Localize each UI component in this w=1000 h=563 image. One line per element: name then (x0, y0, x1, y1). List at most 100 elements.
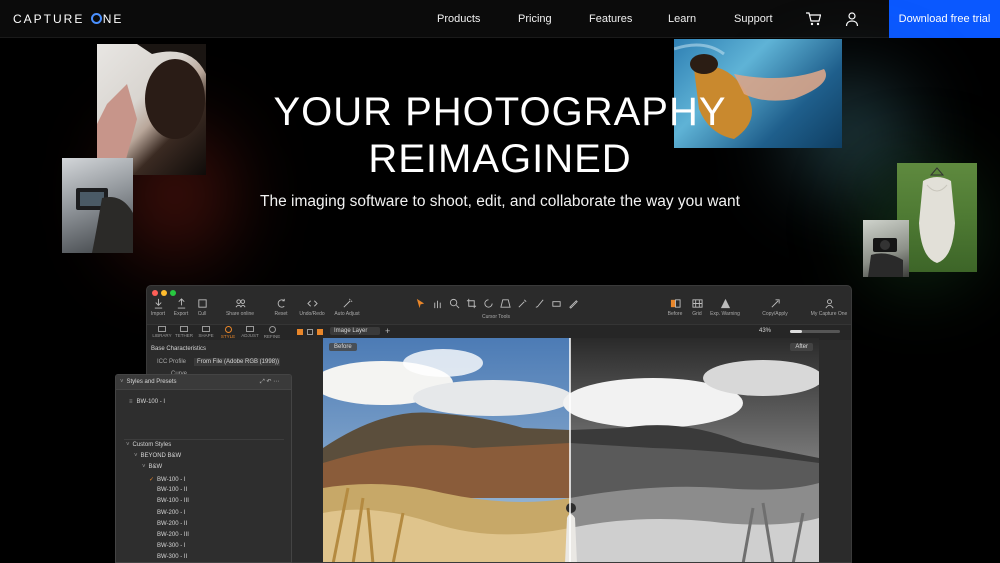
rotate-icon[interactable] (483, 298, 494, 309)
hero-title-line1: YOUR PHOTOGRAPHY (273, 90, 727, 134)
chevron-down-icon: ˅ (126, 442, 130, 448)
layout-grid-icon[interactable] (307, 329, 313, 335)
styles-panel-title: ˅ Styles and Presets (120, 379, 177, 385)
cart-icon[interactable] (805, 11, 821, 27)
style-item[interactable]: BW-200 - II (157, 521, 187, 527)
image-viewer[interactable]: Before After (323, 338, 819, 562)
download-free-trial-button[interactable]: Download free trial (889, 0, 1000, 38)
cull-icon (197, 299, 207, 308)
grid-icon (691, 299, 703, 308)
logo-text-tail: NE (102, 12, 124, 26)
styles-panel-header: ˅ Styles and Presets ⤢ ↶ ⋯ (116, 375, 291, 390)
style-item[interactable]: BW-300 - II (157, 554, 187, 560)
user-icon[interactable] (844, 11, 860, 27)
panel-actions-icon[interactable]: ⤢ ↶ ⋯ (260, 378, 279, 386)
nav-features[interactable]: Features (589, 13, 632, 25)
grid-label: Grid (692, 311, 702, 317)
cursor-tools-group (397, 298, 597, 310)
pointer-icon[interactable] (415, 298, 426, 309)
my-capture-one-tool[interactable]: My Capture One (807, 298, 851, 317)
reset-label: Reset (274, 311, 288, 317)
picker-icon[interactable] (517, 298, 528, 309)
exp-warning-tool[interactable]: Exp. Warning (708, 298, 742, 317)
add-layer-icon[interactable]: + (385, 326, 390, 336)
account-icon (824, 299, 834, 309)
share-online-tool[interactable]: Share online (225, 298, 255, 317)
export-icon (177, 298, 185, 309)
my-capture-one-label: My Capture One (810, 311, 848, 317)
bw-folder[interactable]: ˅ B&W (142, 464, 162, 470)
tool-tabs: LIBRARY TETHER SHAPE STYLE ADJUST REFINE (151, 326, 283, 339)
auto-adjust-label: Auto Adjust (334, 311, 360, 317)
custom-styles-folder[interactable]: ˅ Custom Styles (126, 442, 171, 448)
list-icon: ≡ (129, 399, 133, 405)
zoom-slider-fill (790, 330, 802, 333)
styles-and-presets-panel: ˅ Styles and Presets ⤢ ↶ ⋯ ≡ BW-100 - I ˅ C… (115, 374, 292, 563)
cull-label: Cull (197, 311, 207, 317)
nav-learn[interactable]: Learn (668, 13, 696, 25)
before-label: Before (667, 311, 683, 317)
hand-icon[interactable] (432, 298, 443, 309)
tab-refine[interactable]: REFINE (261, 326, 283, 339)
tab-shape[interactable]: SHAPE (195, 326, 217, 339)
tab-adjust[interactable]: ADJUST (239, 326, 261, 339)
copy-apply-label: Copy/Apply (762, 311, 788, 317)
zoom-slider[interactable] (790, 330, 840, 333)
share-online-label: Share online (225, 311, 255, 317)
style-item[interactable]: BW-100 - III (157, 498, 189, 504)
warning-icon (720, 298, 730, 309)
style-item[interactable]: BW-200 - I (157, 510, 186, 516)
tab-tether[interactable]: TETHER (173, 326, 195, 339)
divider (124, 439, 284, 440)
beyond-bw-folder[interactable]: ˅ BEYOND B&W (134, 453, 181, 459)
auto-adjust-tool[interactable]: Auto Adjust (330, 298, 364, 317)
reset-icon (277, 298, 285, 308)
layer-select[interactable]: Image Layer (330, 327, 380, 335)
dune-landscape-image (323, 338, 819, 562)
tab-style[interactable]: STYLE (217, 326, 239, 339)
brush-icon[interactable] (534, 298, 545, 309)
logo-text: CAPTURE (13, 12, 85, 26)
people-icon (235, 299, 245, 308)
minimize-dot[interactable] (161, 290, 167, 296)
cursor-tools-label: Cursor Tools (482, 314, 510, 320)
annotate-icon[interactable] (568, 298, 579, 309)
maximize-dot[interactable] (170, 290, 176, 296)
import-label: Import (150, 311, 166, 317)
import-icon (154, 298, 162, 309)
tab-library[interactable]: LIBRARY (151, 326, 173, 339)
reset-tool[interactable]: Reset (267, 298, 295, 317)
style-item[interactable]: ✓ BW-100 - I (149, 476, 186, 483)
keystone-icon[interactable] (500, 298, 511, 309)
nav-pricing[interactable]: Pricing (518, 13, 552, 25)
photographer-photo (863, 220, 909, 277)
zoom-icon[interactable] (449, 298, 460, 309)
grid-tool[interactable]: Grid (683, 298, 711, 317)
style-item[interactable]: BW-100 - II (157, 487, 187, 493)
applied-style: ≡ BW-100 - I (129, 399, 166, 405)
style-item[interactable]: BW-300 - I (157, 543, 186, 549)
eraser-icon[interactable] (551, 298, 562, 309)
undo-redo-tool[interactable]: Undo/Redo (295, 298, 329, 317)
icc-profile-select[interactable]: From File (Adobe RGB (1998)) (194, 358, 280, 366)
base-characteristics-title: Base Characteristics (151, 346, 207, 352)
copy-apply-icon (771, 299, 780, 308)
top-nav: CAPTURE NE Products Pricing Features Lea… (0, 0, 1000, 38)
cull-tool[interactable]: Cull (188, 298, 216, 317)
nav-products[interactable]: Products (437, 13, 480, 25)
close-dot[interactable] (152, 290, 158, 296)
layout-single-icon[interactable] (317, 329, 323, 335)
before-badge: Before (329, 343, 357, 351)
chevron-down-icon: ˅ (134, 453, 138, 459)
wand-icon (343, 298, 352, 308)
style-item[interactable]: BW-200 - III (157, 532, 189, 538)
chevron-down-icon[interactable]: ˅ (120, 379, 124, 385)
copy-apply-tool[interactable]: Copy/Apply (758, 298, 792, 317)
crop-icon[interactable] (466, 298, 477, 309)
checkmark-icon: ✓ (149, 477, 155, 483)
before-icon (670, 299, 681, 308)
base-characteristics-tool: Base Characteristics ICC Profile From Fi… (147, 342, 287, 377)
capture-one-logo[interactable]: CAPTURE NE (13, 12, 123, 26)
layout-toggle-icon[interactable] (297, 329, 303, 335)
nav-support[interactable]: Support (734, 13, 773, 25)
